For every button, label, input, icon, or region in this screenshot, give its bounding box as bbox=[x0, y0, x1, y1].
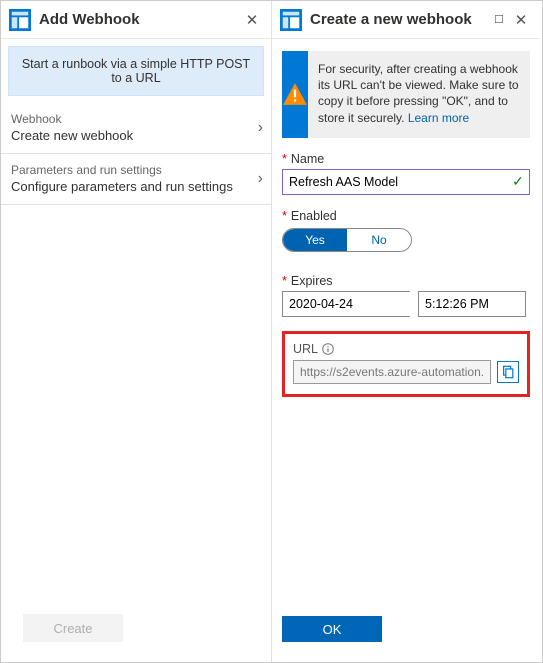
close-icon[interactable]: ✕ bbox=[510, 9, 532, 31]
name-label: Name bbox=[282, 152, 530, 166]
maximize-icon[interactable]: ☐ bbox=[488, 9, 510, 31]
webhook-list-item[interactable]: Webhook Create new webhook › bbox=[1, 103, 271, 154]
enabled-toggle[interactable]: Yes No bbox=[282, 228, 412, 252]
list-item-caption: Parameters and run settings bbox=[11, 163, 261, 177]
left-title: Add Webhook bbox=[39, 11, 241, 28]
toggle-no[interactable]: No bbox=[347, 229, 411, 251]
list-item-caption: Webhook bbox=[11, 112, 261, 126]
chevron-right-icon: › bbox=[258, 119, 263, 137]
date-field bbox=[282, 291, 410, 317]
right-title: Create a new webhook bbox=[310, 11, 488, 28]
expires-label: Expires bbox=[282, 274, 530, 288]
warning-icon bbox=[282, 51, 308, 138]
security-notice: For security, after creating a webhook i… bbox=[282, 51, 530, 138]
create-button[interactable]: Create bbox=[23, 614, 123, 642]
create-webhook-pane: Create a new webhook ☐ ✕ For security, a… bbox=[272, 1, 540, 662]
enabled-label: Enabled bbox=[282, 209, 530, 223]
expires-time-input[interactable] bbox=[418, 291, 526, 317]
info-icon bbox=[322, 343, 334, 355]
parameters-list-item[interactable]: Parameters and run settings Configure pa… bbox=[1, 154, 271, 205]
right-header: Create a new webhook ☐ ✕ bbox=[272, 1, 540, 39]
add-webhook-pane: Add Webhook ✕ Start a runbook via a simp… bbox=[1, 1, 272, 662]
check-icon: ✓ bbox=[507, 173, 529, 190]
close-icon[interactable]: ✕ bbox=[241, 9, 263, 31]
ok-button[interactable]: OK bbox=[282, 616, 382, 642]
toggle-yes[interactable]: Yes bbox=[283, 229, 347, 251]
url-input[interactable] bbox=[293, 360, 491, 384]
list-item-value: Configure parameters and run settings bbox=[11, 179, 261, 194]
chevron-right-icon: › bbox=[258, 170, 263, 188]
copy-button[interactable] bbox=[497, 361, 519, 383]
description-banner: Start a runbook via a simple HTTP POST t… bbox=[8, 46, 264, 96]
webhook-icon bbox=[9, 9, 31, 31]
url-label: URL bbox=[293, 342, 318, 356]
list-item-value: Create new webhook bbox=[11, 128, 261, 143]
name-field-wrap: ✓ bbox=[282, 169, 530, 195]
name-input[interactable] bbox=[283, 170, 507, 194]
expires-row bbox=[282, 291, 530, 317]
notice-text: For security, after creating a webhook i… bbox=[318, 61, 520, 126]
left-header: Add Webhook ✕ bbox=[1, 1, 271, 39]
webhook-icon bbox=[280, 9, 302, 31]
url-section: URL bbox=[282, 331, 530, 397]
learn-more-link[interactable]: Learn more bbox=[408, 111, 469, 125]
